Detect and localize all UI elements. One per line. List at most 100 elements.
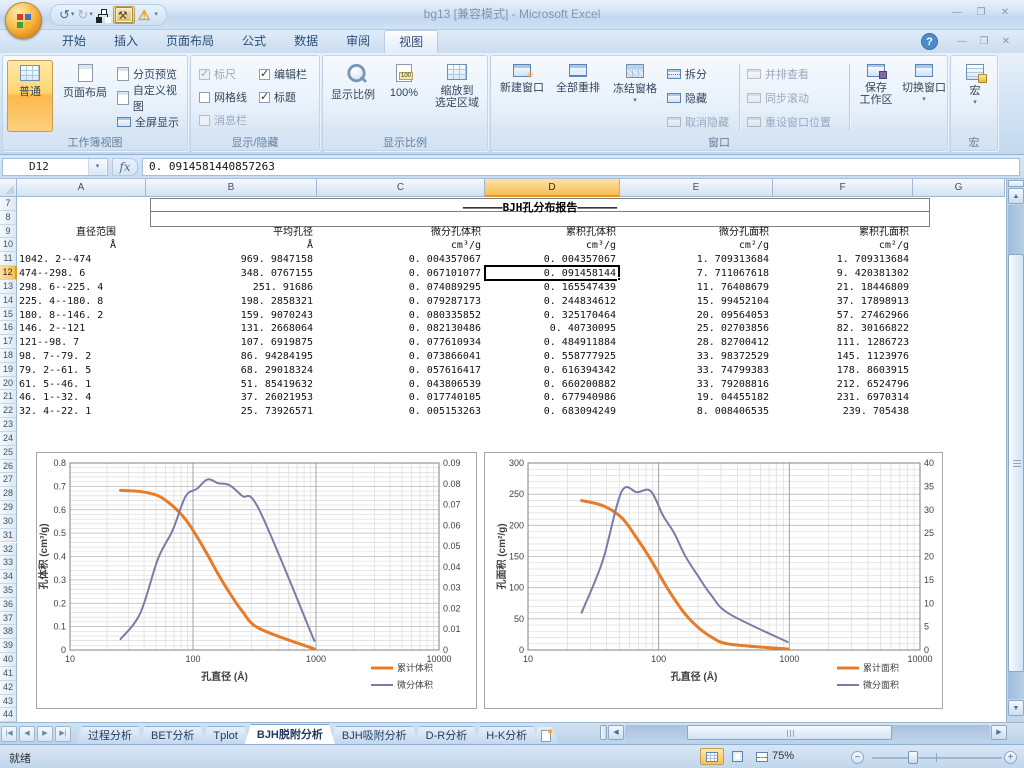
sheet-tab-过程分析[interactable]: 过程分析 bbox=[76, 726, 144, 744]
unhide-button[interactable]: 取消隐藏 bbox=[667, 112, 729, 132]
table-cell[interactable]: 212. 6524796 bbox=[749, 378, 909, 392]
table-cell[interactable]: 131. 2668064 bbox=[153, 322, 313, 336]
message-bar-checkbox[interactable]: 消息栏 bbox=[199, 112, 247, 128]
table-cell[interactable]: 251. 91686 bbox=[153, 281, 313, 295]
custom-views-button[interactable]: 自定义视图 bbox=[117, 88, 187, 108]
row-header-41[interactable]: 41 bbox=[0, 667, 17, 681]
tab-split-handle[interactable] bbox=[600, 725, 607, 740]
chart-pore-area[interactable]: 0501001502002503000510152025303540101001… bbox=[484, 452, 943, 709]
table-cell[interactable]: 79. 2--61. 5 bbox=[19, 364, 91, 378]
row-header-21[interactable]: 21 bbox=[0, 390, 17, 404]
table-cell[interactable]: 145. 1123976 bbox=[749, 350, 909, 364]
save-workspace-button[interactable]: 保存工作区 bbox=[853, 60, 899, 132]
table-cell[interactable]: 178. 8603915 bbox=[749, 364, 909, 378]
table-cell[interactable]: 0. 325170464 bbox=[456, 309, 616, 323]
row-header-24[interactable]: 24 bbox=[0, 432, 17, 446]
table-cell[interactable]: 37. 26021953 bbox=[153, 391, 313, 405]
scroll-down-button[interactable]: ▼ bbox=[1008, 700, 1024, 716]
sheet-tab-D-R分析[interactable]: D-R分析 bbox=[414, 726, 480, 744]
gridlines-checkbox[interactable]: 网格线 bbox=[199, 89, 247, 105]
row-header-35[interactable]: 35 bbox=[0, 584, 17, 598]
table-cell[interactable]: 111. 1286723 bbox=[749, 336, 909, 350]
vertical-scroll-thumb[interactable] bbox=[1008, 254, 1024, 672]
table-cell[interactable]: 1. 709313684 bbox=[609, 253, 769, 267]
row-header-8[interactable]: 8 bbox=[0, 211, 17, 225]
split-button[interactable]: 拆分 bbox=[667, 64, 707, 84]
table-cell[interactable]: 7. 711067618 bbox=[609, 267, 769, 281]
row-header-13[interactable]: 13 bbox=[0, 280, 17, 294]
full-screen-button[interactable]: 全屏显示 bbox=[117, 112, 179, 132]
table-cell[interactable]: 32. 4--22. 1 bbox=[19, 405, 91, 419]
table-cell[interactable]: 969. 9847158 bbox=[153, 253, 313, 267]
row-header-36[interactable]: 36 bbox=[0, 598, 17, 612]
row-header-31[interactable]: 31 bbox=[0, 529, 17, 543]
column-header-F[interactable]: F bbox=[773, 179, 913, 197]
headings-checkbox[interactable]: 标题 bbox=[259, 89, 296, 105]
hide-button[interactable]: 隐藏 bbox=[667, 88, 707, 108]
arrange-all-button[interactable]: 全部重排 bbox=[551, 60, 605, 132]
vertical-split-handle[interactable] bbox=[1008, 180, 1024, 187]
name-box-dropdown-icon[interactable]: ▾ bbox=[88, 159, 106, 175]
table-cell[interactable]: 159. 9070243 bbox=[153, 309, 313, 323]
table-cell[interactable]: 225. 4--180. 8 bbox=[19, 295, 103, 309]
column-header-D[interactable]: D bbox=[485, 179, 620, 197]
table-cell[interactable]: 1. 709313684 bbox=[749, 253, 909, 267]
table-cell[interactable]: 51. 85419632 bbox=[153, 378, 313, 392]
synchronous-scrolling-button[interactable]: 同步滚动 bbox=[747, 88, 809, 108]
reset-window-position-button[interactable]: 重设窗口位置 bbox=[747, 112, 831, 132]
table-cell[interactable]: 累积孔面积 bbox=[749, 226, 909, 240]
row-header-14[interactable]: 14 bbox=[0, 294, 17, 308]
row-header-34[interactable]: 34 bbox=[0, 570, 17, 584]
sheet-tab-BJH脱附分析[interactable]: BJH脱附分析 bbox=[245, 724, 335, 744]
table-cell[interactable]: 9. 420381302 bbox=[749, 267, 909, 281]
row-header-18[interactable]: 18 bbox=[0, 349, 17, 363]
row-header-17[interactable]: 17 bbox=[0, 335, 17, 349]
select-all-corner[interactable] bbox=[0, 179, 17, 197]
sheet-tab-BJH吸附分析[interactable]: BJH吸附分析 bbox=[330, 726, 419, 744]
table-cell[interactable]: 82. 30166822 bbox=[749, 322, 909, 336]
row-header-39[interactable]: 39 bbox=[0, 639, 17, 653]
row-header-40[interactable]: 40 bbox=[0, 653, 17, 667]
formula-bar-checkbox[interactable]: 编辑栏 bbox=[259, 66, 307, 82]
formula-input[interactable]: 0. 0914581440857263 bbox=[142, 158, 1020, 176]
row-header-38[interactable]: 38 bbox=[0, 625, 17, 639]
table-cell[interactable]: 57. 27462966 bbox=[749, 309, 909, 323]
column-header-E[interactable]: E bbox=[620, 179, 773, 197]
table-cell[interactable]: 累积孔体积 bbox=[456, 226, 616, 240]
table-cell[interactable]: 37. 17898913 bbox=[749, 295, 909, 309]
table-cell[interactable]: 98. 7--79. 2 bbox=[19, 350, 91, 364]
table-cell[interactable]: 直径范围 bbox=[0, 226, 116, 240]
first-sheet-button[interactable]: |◀ bbox=[1, 726, 17, 742]
column-header-C[interactable]: C bbox=[317, 179, 485, 197]
workbook-minimize-button[interactable]: — bbox=[952, 34, 972, 48]
office-button[interactable] bbox=[5, 2, 42, 39]
row-header-25[interactable]: 25 bbox=[0, 446, 17, 460]
table-cell[interactable]: 0. 40730095 bbox=[456, 322, 616, 336]
insert-worksheet-button[interactable] bbox=[532, 727, 558, 744]
macros-button[interactable]: 宏▾ bbox=[955, 60, 995, 132]
vertical-scroll-track[interactable] bbox=[1008, 205, 1024, 699]
page-break-shortcut[interactable] bbox=[750, 748, 774, 765]
table-cell[interactable]: 198. 2858321 bbox=[153, 295, 313, 309]
row-header-20[interactable]: 20 bbox=[0, 377, 17, 391]
table-cell[interactable]: 33. 79208816 bbox=[609, 378, 769, 392]
table-cell[interactable]: Å bbox=[153, 239, 313, 253]
table-cell[interactable]: 231. 6970314 bbox=[749, 391, 909, 405]
zoom-slider-thumb[interactable] bbox=[908, 751, 918, 764]
insert-function-button[interactable]: fx bbox=[112, 158, 138, 176]
zoom-in-button[interactable]: + bbox=[1004, 751, 1017, 764]
zoom-button[interactable]: 显示比例 bbox=[327, 60, 379, 132]
selected-cell-outline[interactable] bbox=[484, 265, 620, 281]
table-cell[interactable]: 146. 2--121 bbox=[19, 322, 85, 336]
row-header-23[interactable]: 23 bbox=[0, 418, 17, 432]
horizontal-scroll-thumb[interactable] bbox=[687, 725, 892, 740]
last-sheet-button[interactable]: ▶| bbox=[55, 726, 71, 742]
row-header-43[interactable]: 43 bbox=[0, 695, 17, 709]
row-header-44[interactable]: 44 bbox=[0, 708, 17, 722]
table-cell[interactable]: 0. 165547439 bbox=[456, 281, 616, 295]
previous-sheet-button[interactable]: ◀ bbox=[19, 726, 35, 742]
table-cell[interactable]: 33. 74799383 bbox=[609, 364, 769, 378]
next-sheet-button[interactable]: ▶ bbox=[37, 726, 53, 742]
table-cell[interactable]: 25. 73926571 bbox=[153, 405, 313, 419]
ribbon-tab-页面布局[interactable]: 页面布局 bbox=[152, 30, 228, 53]
